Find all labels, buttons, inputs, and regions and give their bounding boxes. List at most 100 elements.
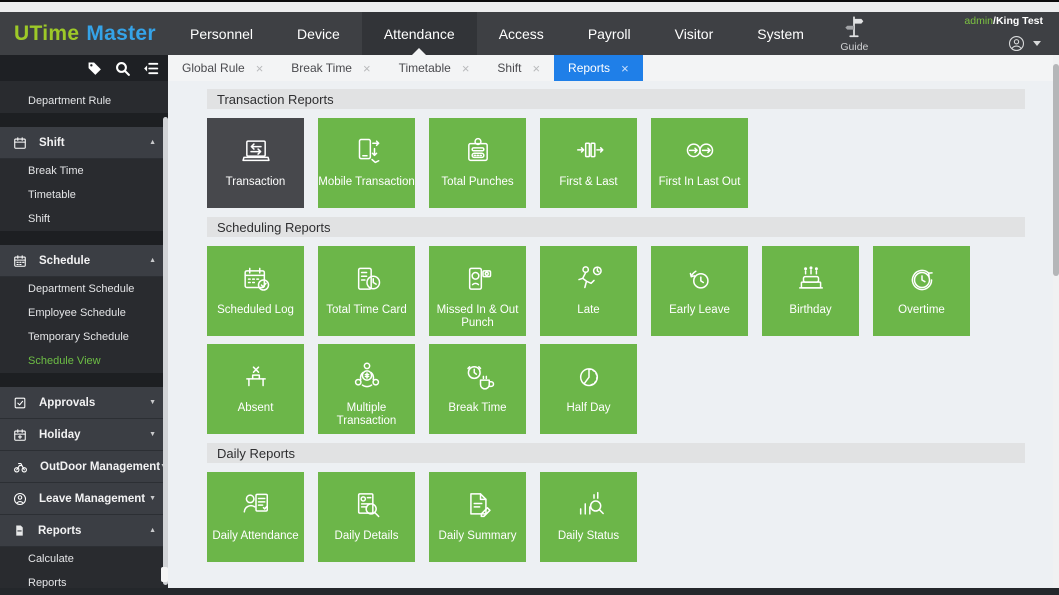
tile-label: Break Time [448, 402, 506, 415]
tile-label-wrap: Daily Status [540, 526, 637, 562]
sidebar-group-shift[interactable]: Shift▲ [0, 127, 168, 159]
nav-item-label: Attendance [384, 26, 455, 42]
tab-shift[interactable]: Shift× [483, 55, 554, 81]
sidebar-item-department-rule[interactable]: Department Rule [0, 89, 168, 113]
close-tab-icon[interactable]: × [532, 62, 540, 75]
nav-item-visitor[interactable]: Visitor [653, 12, 736, 55]
report-tile-late[interactable]: Late [540, 246, 637, 336]
sidebar-group-schedule[interactable]: Schedule▲ [0, 245, 168, 277]
sidebar-group-holiday[interactable]: Holiday▼ [0, 419, 168, 451]
sidebar-scrollbar[interactable] [163, 117, 168, 585]
calendar-icon [13, 136, 27, 150]
open-tabs-bar: Global Rule×Break Time×Timetable×Shift×R… [168, 55, 1059, 81]
sidebar-group-leave-management[interactable]: Leave Management▼ [0, 483, 168, 515]
report-tile-missed-in-out-punch[interactable]: Missed In & Out Punch [429, 246, 526, 336]
missed-punch-icon [429, 246, 526, 300]
scheduled-log-icon [207, 246, 304, 300]
app-logo: UTime Master [0, 12, 168, 55]
report-tile-total-time-card[interactable]: Total Time Card [318, 246, 415, 336]
tile-label: First & Last [559, 176, 617, 189]
guide-button[interactable]: Guide [840, 14, 868, 53]
user-block: admin/King Test [964, 12, 1043, 55]
sidebar-item-department-schedule[interactable]: Department Schedule [0, 277, 168, 301]
tile-label: Missed In & Out Punch [429, 304, 526, 330]
tile-label: Transaction [226, 176, 286, 189]
tile-label: Daily Summary [439, 530, 517, 543]
main-scrollbar-thumb[interactable] [1053, 64, 1059, 276]
close-tab-icon[interactable]: × [256, 62, 264, 75]
sidebar-item-break-time[interactable]: Break Time [0, 159, 168, 183]
sidebar-item-temporary-schedule[interactable]: Temporary Schedule [0, 325, 168, 349]
first-last-icon [540, 118, 637, 172]
transaction-icon [207, 118, 304, 172]
report-tile-mobile-transaction[interactable]: Mobile Transaction [318, 118, 415, 208]
main-menu: PersonnelDevice Attendance AccessPayrollVi… [168, 12, 826, 55]
search-icon[interactable] [114, 60, 131, 77]
tile-label: Birthday [789, 304, 831, 317]
tab-global-rule[interactable]: Global Rule× [168, 55, 277, 81]
late-icon [540, 246, 637, 300]
sidebar-group-approvals[interactable]: Approvals▼ [0, 387, 168, 419]
browser-edge-strip [0, 0, 1059, 12]
close-tab-icon[interactable]: × [462, 62, 470, 75]
collapse-menu-icon[interactable] [142, 60, 159, 77]
sidebar-item-timetable[interactable]: Timetable [0, 183, 168, 207]
report-tile-early-leave[interactable]: Early Leave [651, 246, 748, 336]
sidebar-item-shift[interactable]: Shift [0, 207, 168, 231]
tile-label: Total Punches [441, 176, 513, 189]
tile-label-wrap: Daily Summary [429, 526, 526, 562]
close-tab-icon[interactable]: × [363, 62, 371, 75]
logo-text-secondary: Master [86, 22, 156, 46]
nav-item-access[interactable]: Access [477, 12, 566, 55]
report-tile-daily-attendance[interactable]: Daily Attendance [207, 472, 304, 562]
user-menu-button[interactable] [1007, 34, 1043, 53]
report-tile-overtime[interactable]: Overtime [873, 246, 970, 336]
early-leave-icon [651, 246, 748, 300]
nav-item-payroll[interactable]: Payroll [566, 12, 653, 55]
tile-label-wrap: Late [540, 300, 637, 336]
sidebar-group-outdoor-management[interactable]: OutDoor Management▼ [0, 451, 168, 483]
main-scrollbar[interactable] [1053, 55, 1059, 588]
report-tile-multiple-transaction[interactable]: Multiple Transaction [318, 344, 415, 434]
nav-item-device[interactable]: Device [275, 12, 362, 55]
tile-label: Early Leave [669, 304, 730, 317]
report-tile-daily-details[interactable]: Daily Details [318, 472, 415, 562]
sidebar-item-calculate[interactable]: Calculate [0, 547, 168, 571]
report-tile-transaction[interactable]: Transaction [207, 118, 304, 208]
tile-grid-scheduling-reports: Scheduled Log Total Time Card Missed In & … [207, 246, 987, 434]
overtime-icon [873, 246, 970, 300]
report-tile-first-in-last-out[interactable]: First In Last Out [651, 118, 748, 208]
sidebar-group-reports[interactable]: Reports▲ [0, 515, 168, 547]
total-punches-icon [429, 118, 526, 172]
sidebar-scrollbar-thumb[interactable] [161, 567, 168, 582]
report-tile-break-time[interactable]: Break Time [429, 344, 526, 434]
half-day-icon [540, 344, 637, 398]
section-title: Transaction Reports [217, 92, 334, 107]
sidebar-item-schedule-view[interactable]: Schedule View [0, 349, 168, 373]
report-tile-first-last[interactable]: First & Last [540, 118, 637, 208]
report-tile-daily-summary[interactable]: Daily Summary [429, 472, 526, 562]
nav-item-personnel[interactable]: Personnel [168, 12, 275, 55]
sidebar-item-reports[interactable]: Reports [0, 571, 168, 588]
tab-timetable[interactable]: Timetable× [385, 55, 484, 81]
report-tile-total-punches[interactable]: Total Punches [429, 118, 526, 208]
tab-break-time[interactable]: Break Time× [277, 55, 384, 81]
sidebar-toolbar [0, 55, 168, 81]
close-tab-icon[interactable]: × [621, 62, 629, 75]
report-tile-birthday[interactable]: Birthday [762, 246, 859, 336]
calendar-plus-icon [13, 428, 27, 442]
sidebar-item-label: Employee Schedule [28, 307, 126, 319]
report-tile-scheduled-log[interactable]: Scheduled Log [207, 246, 304, 336]
daily-summary-icon [429, 472, 526, 526]
report-tile-absent[interactable]: Absent [207, 344, 304, 434]
tile-label: Total Time Card [326, 304, 407, 317]
tile-label-wrap: Birthday [762, 300, 859, 336]
check-square-icon [13, 396, 27, 410]
report-tile-half-day[interactable]: Half Day [540, 344, 637, 434]
nav-item-system[interactable]: System [735, 12, 826, 55]
report-tile-daily-status[interactable]: Daily Status [540, 472, 637, 562]
sidebar-item-employee-schedule[interactable]: Employee Schedule [0, 301, 168, 325]
nav-item-attendance[interactable]: Attendance [362, 12, 477, 55]
tag-icon[interactable] [86, 60, 103, 77]
tab-reports[interactable]: Reports× [554, 55, 643, 81]
